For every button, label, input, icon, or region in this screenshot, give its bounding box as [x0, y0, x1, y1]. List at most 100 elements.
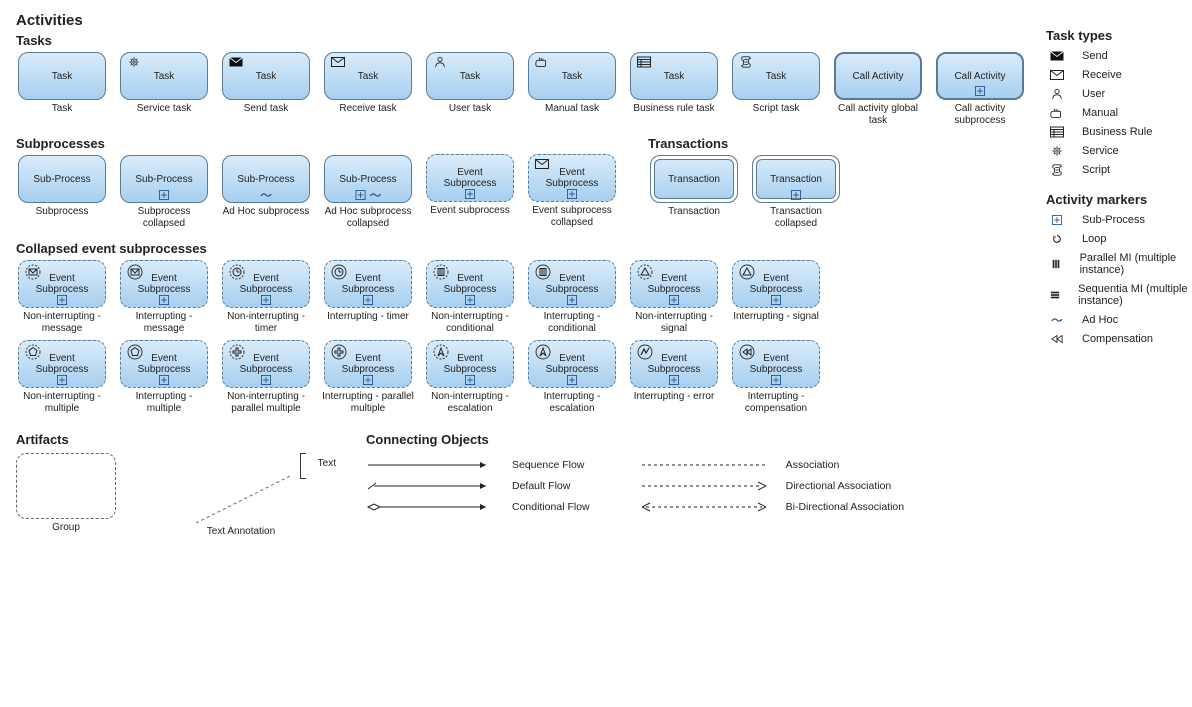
legend-label: Compensation — [1082, 333, 1153, 345]
legend-row: Service — [1046, 145, 1192, 157]
activity-label: Sub-Process — [135, 174, 192, 185]
group-artifact — [16, 453, 116, 519]
activity-cell: Transaction Transaction — [648, 155, 740, 229]
activity-label: Sub-Process — [339, 174, 396, 185]
subprocess-marker-icon — [566, 189, 578, 199]
receive-icon — [535, 158, 549, 170]
activity-caption: Transaction collapsed — [750, 206, 842, 229]
subprocess-marker-icon — [566, 375, 578, 385]
activity-cell: Event Subprocess Non-interrupting - cond… — [424, 260, 516, 334]
activity-node: Call Activity — [834, 52, 922, 100]
activity-node: Task — [630, 52, 718, 100]
activity-node: Sub-Process — [120, 155, 208, 203]
activity-label: Task — [766, 71, 787, 82]
activity-cell: Event Subprocess Event subprocess — [424, 154, 516, 228]
activity-cell: Call Activity Call activity global task — [832, 52, 924, 126]
legend-task-types: SendReceiveUserManualBusiness RuleServic… — [1046, 50, 1192, 176]
activity-caption: Event subprocess — [430, 205, 510, 227]
activity-caption: Interrupting - conditional — [526, 311, 618, 334]
sig-i-icon — [739, 264, 755, 280]
activity-caption: Transaction — [668, 206, 720, 228]
activity-node: Event Subprocess — [426, 154, 514, 202]
activity-cell: Sub-Process Ad Hoc subprocess — [220, 155, 312, 229]
activity-cell: Event Subprocess Non-interrupting - para… — [220, 340, 312, 414]
activity-caption: Call activity global task — [832, 103, 924, 126]
script-icon — [739, 56, 753, 68]
connecting-label: Sequence Flow — [512, 459, 584, 471]
activity-caption: Non-interrupting - escalation — [424, 391, 516, 414]
transaction-row: Transaction Transaction Transaction Tran… — [648, 155, 842, 229]
activity-label: Call Activity — [954, 71, 1005, 82]
activity-caption: Receive task — [339, 103, 396, 125]
title-activity-markers: Activity markers — [1046, 192, 1192, 207]
err-i-icon — [637, 344, 653, 360]
activity-node: Sub-Process — [324, 155, 412, 203]
activity-node: Call Activity — [936, 52, 1024, 100]
text-annotation-artifact: Text — [176, 453, 306, 523]
activity-node: Task — [732, 52, 820, 100]
user-icon — [433, 56, 447, 68]
receive-icon — [1050, 69, 1064, 81]
activity-node: Event Subprocess — [528, 340, 616, 388]
activity-label: Event Subprocess — [431, 167, 509, 189]
activity-node: Task — [222, 52, 310, 100]
esc-ni-icon — [433, 344, 449, 360]
manual-icon — [1050, 107, 1064, 119]
activity-node: Sub-Process — [18, 155, 106, 203]
legend-label: Manual — [1082, 107, 1118, 119]
subprocess-marker-icon — [974, 86, 986, 96]
sequential-mi-icon — [1049, 290, 1061, 300]
manual-icon — [535, 56, 549, 68]
esc-i-icon — [535, 344, 551, 360]
subprocess-marker-icon — [566, 295, 578, 305]
activity-node: Transaction — [752, 155, 840, 203]
subprocess-marker-icon — [464, 189, 476, 199]
msg-ni-icon — [25, 264, 41, 280]
activity-caption: Non-interrupting - multiple — [16, 391, 108, 414]
activity-caption: Service task — [137, 103, 191, 125]
activity-label: Task — [562, 71, 583, 82]
activity-caption: Interrupting - signal — [733, 311, 819, 333]
activity-caption: Interrupting - multiple — [118, 391, 210, 414]
subprocess-marker-icon — [260, 375, 272, 385]
compensation-marker-icon — [1051, 334, 1063, 344]
activity-cell: Event Subprocess Interrupting - signal — [730, 260, 822, 334]
activity-caption: Subprocess collapsed — [118, 206, 210, 229]
activity-caption: Ad Hoc subprocess — [223, 206, 310, 228]
user-icon — [1050, 88, 1064, 100]
subprocess-marker-icon — [56, 375, 68, 385]
activity-caption: Business rule task — [633, 103, 714, 125]
activity-node: Event Subprocess — [732, 260, 820, 308]
receive-icon — [331, 56, 345, 68]
activity-caption: Manual task — [545, 103, 599, 125]
legend-label: Send — [1082, 50, 1108, 62]
connecting-row: Bi-Directional Association — [640, 500, 904, 514]
activity-cell: Event Subprocess Non-interrupting - mess… — [16, 260, 108, 334]
seq-line-icon — [366, 458, 496, 472]
group-caption: Group — [16, 522, 116, 544]
activity-caption: Non-interrupting - signal — [628, 311, 720, 334]
activity-cell: Event Subprocess Interrupting - message — [118, 260, 210, 334]
task-row: Task Task Task Service task Task Send ta… — [16, 52, 1026, 126]
legend-row: Script — [1046, 164, 1192, 176]
parmult-i-icon — [331, 344, 347, 360]
activity-label: Task — [154, 71, 175, 82]
business-rule-icon — [1050, 126, 1064, 138]
activity-label: Task — [52, 71, 73, 82]
title-subprocesses: Subprocesses — [16, 136, 414, 151]
text-annotation-caption: Text Annotation — [176, 526, 306, 548]
activity-label: Task — [460, 71, 481, 82]
legend-row: Sequentia MI (multiple instance) — [1046, 283, 1192, 307]
connecting-col-1: Sequence FlowDefault FlowConditional Flo… — [366, 451, 590, 521]
subprocess-row: Sub-Process Subprocess Sub-Process Subpr… — [16, 155, 414, 229]
assoc-line-icon — [640, 458, 770, 472]
activity-label: Event Subprocess — [533, 167, 611, 189]
activity-cell: Task User task — [424, 52, 516, 126]
activity-cell: Event Subprocess Interrupting - error — [628, 340, 720, 414]
title-artifacts: Artifacts — [16, 432, 306, 447]
connecting-label: Conditional Flow — [512, 501, 590, 513]
subprocess-marker-icon — [790, 190, 802, 200]
activity-node: Event Subprocess — [120, 340, 208, 388]
script-icon — [1050, 164, 1064, 176]
activity-caption: Interrupting - parallel multiple — [322, 391, 414, 414]
